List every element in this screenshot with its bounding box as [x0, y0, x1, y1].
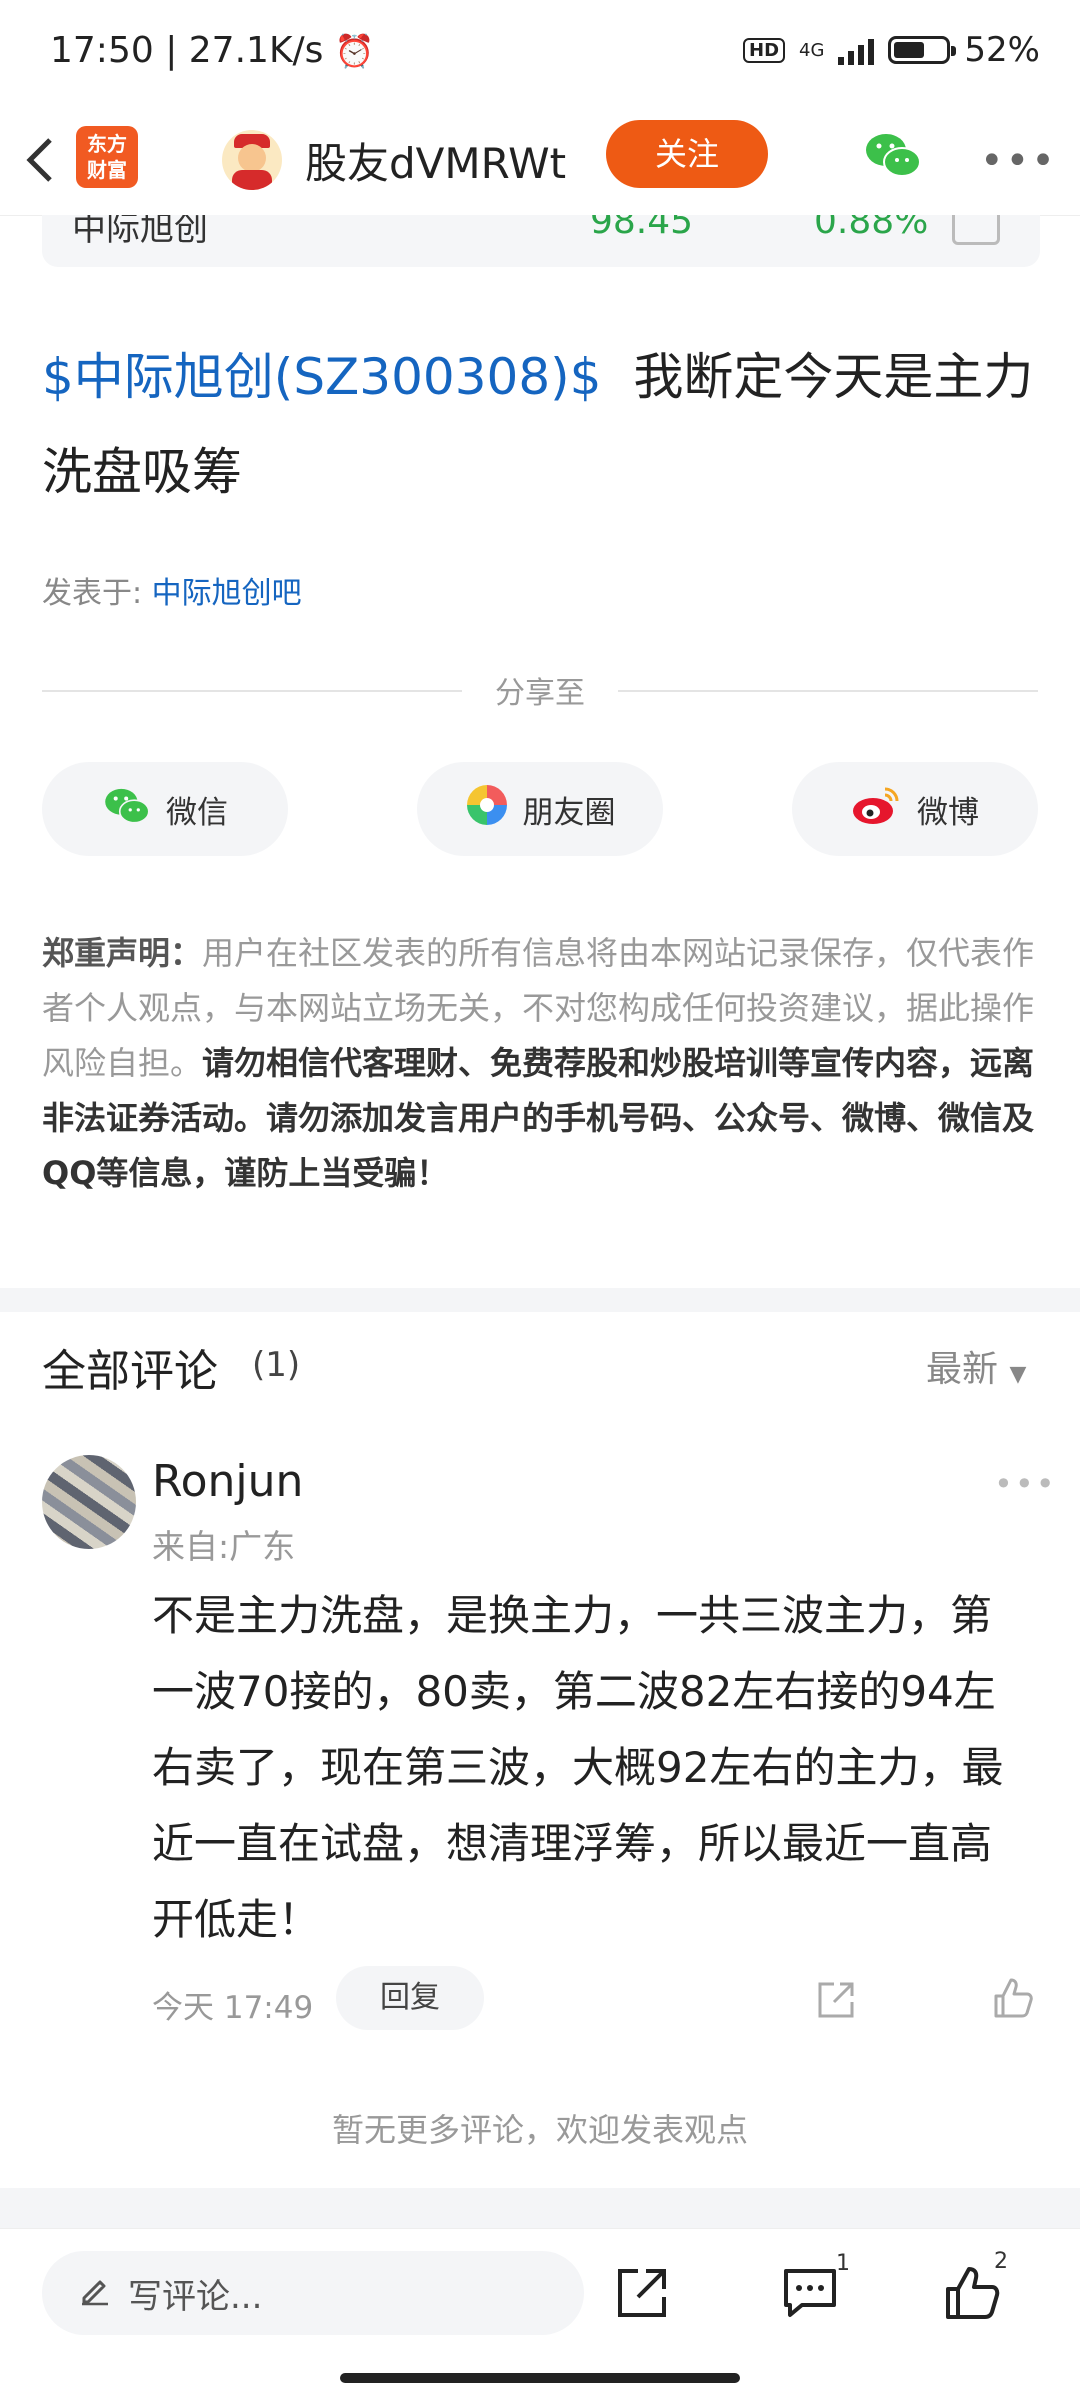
top-nav-bar: 东方 财富 股友dVMRWt 关注 •••: [0, 110, 1080, 216]
post-title: $中际旭创(SZ300308)$ 我断定今天是主力洗盘吸筹: [42, 330, 1042, 520]
write-comment-input[interactable]: 写评论...: [42, 2251, 584, 2335]
stock-tag-link[interactable]: $中际旭创(SZ300308)$: [42, 348, 602, 406]
stock-quote-card[interactable]: 中际旭创 98.45 0.88%: [42, 215, 1040, 267]
wechat-share-icon[interactable]: [862, 124, 924, 186]
share-wechat-label: 微信: [166, 794, 228, 831]
caret-down-icon: ▼: [1009, 1362, 1027, 1387]
share-label: 分享至: [495, 676, 585, 711]
author-avatar[interactable]: [222, 130, 282, 190]
disclaimer-heading: 郑重声明：: [42, 934, 203, 972]
stock-price: 98.45: [590, 215, 694, 242]
bottom-divider: [0, 2188, 1080, 2228]
comment-like-icon[interactable]: [990, 1976, 1034, 2020]
share-weibo-label: 微博: [917, 794, 979, 831]
app-logo[interactable]: 东方 财富: [76, 126, 138, 188]
pencil-icon: [78, 2272, 112, 2315]
share-moments-label: 朋友圈: [522, 794, 616, 831]
sort-label: 最新: [926, 1349, 999, 1390]
stock-change: 0.88%: [814, 215, 929, 242]
comment-time: 今天 17:49: [152, 1990, 314, 2026]
battery-level: 52%: [964, 30, 1040, 70]
status-time-group: 17:50 | 27.1K/s ⏰: [50, 30, 375, 71]
commenter-name[interactable]: Ronjun: [152, 1456, 303, 1507]
author-username[interactable]: 股友dVMRWt: [305, 130, 566, 191]
comment-count-badge: 1: [836, 2251, 850, 2276]
forward-share-button[interactable]: [612, 2263, 672, 2323]
back-arrow-icon[interactable]: [20, 130, 70, 190]
weibo-icon: [851, 783, 903, 835]
stock-name: 中际旭创: [72, 215, 208, 249]
share-divider-right: [618, 690, 1038, 692]
home-indicator[interactable]: [340, 2373, 740, 2383]
separator: |: [165, 30, 189, 71]
write-comment-placeholder: 写评论...: [128, 2276, 263, 2317]
hd-badge: HD: [743, 37, 786, 63]
no-more-comments: 暂无更多评论，欢迎发表观点: [331, 2111, 748, 2149]
comments-count: (1): [252, 1345, 301, 1385]
status-right-group: HD 4G 52%: [743, 30, 1040, 70]
more-options-icon[interactable]: •••: [980, 138, 1057, 184]
bottom-action-bar: 写评论... 1 2: [0, 2228, 1080, 2401]
like-count-badge: 2: [994, 2249, 1008, 2274]
share-weibo-button[interactable]: 微博: [792, 762, 1038, 856]
app-logo-line1: 东方: [87, 132, 127, 156]
section-divider: [0, 1288, 1080, 1312]
app-logo-line2: 财富: [87, 158, 127, 182]
like-button[interactable]: [942, 2263, 1002, 2323]
status-bar: 17:50 | 27.1K/s ⏰ HD 4G 52%: [0, 0, 1080, 110]
share-divider-left: [42, 690, 462, 692]
signal-icon: [838, 35, 875, 65]
moments-icon: [465, 783, 509, 835]
wechat-icon: [102, 784, 152, 834]
disclaimer-block: 郑重声明：用户在社区发表的所有信息将由本网站记录保存，仅代表作者个人观点，与本网…: [42, 926, 1042, 1201]
sort-dropdown[interactable]: 最新 ▼: [926, 1340, 1026, 1392]
source-forum-link[interactable]: 中际旭创吧: [152, 576, 302, 611]
post-source: 发表于: 中际旭创吧: [42, 568, 302, 612]
network-speed: 27.1K/s: [188, 30, 324, 71]
comment-text: 不是主力洗盘，是换主力，一共三波主力，第一波70接的，80卖，第二波82左右接的…: [152, 1591, 1004, 1944]
comment-share-icon[interactable]: [814, 1978, 858, 2022]
follow-button[interactable]: 关注: [606, 120, 768, 188]
commenter-location: 来自:广东: [152, 1527, 296, 1566]
network-type: 4G: [799, 39, 825, 61]
commenter-avatar[interactable]: [42, 1455, 136, 1549]
source-label: 发表于:: [42, 576, 143, 611]
clock-time: 17:50: [50, 30, 154, 71]
alarm-icon: ⏰: [334, 32, 375, 70]
comments-header: 全部评论: [42, 1346, 218, 1397]
battery-icon: [888, 36, 957, 64]
reply-button[interactable]: 回复: [336, 1966, 484, 2030]
comment-more-icon[interactable]: •••: [994, 1465, 1057, 1503]
comment-button[interactable]: [780, 2263, 840, 2323]
share-moments-button[interactable]: 朋友圈: [417, 762, 663, 856]
add-watchlist-icon[interactable]: [952, 215, 1000, 245]
share-wechat-button[interactable]: 微信: [42, 762, 288, 856]
